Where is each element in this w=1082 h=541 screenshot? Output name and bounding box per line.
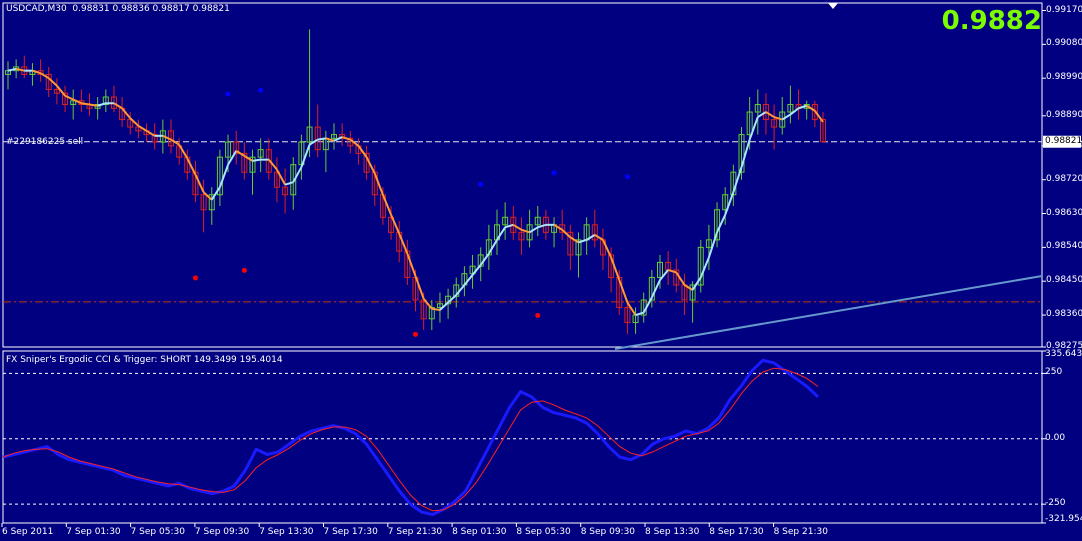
price-tick-label: 0.98720 — [1046, 173, 1082, 184]
price-tick-label: 0.98360 — [1046, 309, 1082, 320]
time-label: 7 Sep 05:30 — [130, 527, 185, 537]
time-label: 8 Sep 21:30 — [773, 527, 828, 537]
fractal-down-marker — [241, 267, 247, 273]
price-tick-label: 0.98540 — [1046, 241, 1082, 252]
ma-segment — [89, 103, 98, 107]
fractal-up-marker — [551, 170, 557, 176]
indicator-tick-label: 335.643 — [1045, 349, 1082, 359]
big-price-display: 0.9882 — [941, 6, 1042, 36]
symbol-info: USDCAD,M30 0.98831 0.98836 0.98817 0.988… — [6, 4, 230, 14]
fractal-down-marker — [192, 275, 198, 281]
time-label: 8 Sep 17:30 — [709, 527, 764, 537]
price-tick-label: 0.98630 — [1046, 207, 1082, 218]
fractal-down-marker — [535, 313, 541, 319]
order-label[interactable]: #229186225 sell — [6, 137, 83, 147]
current-price-label: 0.98821 — [1045, 135, 1082, 146]
indicator-tick-label: 0.00 — [1045, 432, 1066, 443]
chart-canvas — [0, 0, 1082, 541]
price-tick-label: 0.98890 — [1046, 109, 1082, 120]
price-tick-label: 0.98990 — [1046, 72, 1082, 83]
time-label: 7 Sep 01:30 — [66, 527, 121, 537]
price-tick-label: 0.98450 — [1046, 275, 1082, 286]
price-tick-label: 0.99080 — [1046, 38, 1082, 49]
time-label: 8 Sep 01:30 — [452, 527, 507, 537]
time-label: 7 Sep 17:30 — [323, 527, 378, 537]
ma-segment — [81, 102, 90, 106]
fractal-up-marker — [624, 174, 630, 180]
indicator-tick-label: 250 — [1045, 367, 1063, 378]
fractal-up-marker — [225, 91, 231, 97]
price-tick-label: 0.99170 — [1046, 4, 1082, 15]
time-label: 8 Sep 05:30 — [516, 527, 571, 537]
time-label: 7 Sep 09:30 — [194, 527, 250, 537]
ma-segment — [317, 137, 327, 141]
indicator-tick-label: -250 — [1045, 498, 1066, 509]
indicator-title: FX Sniper's Ergodic CCI & Trigger: SHORT… — [6, 355, 283, 365]
time-label: 7 Sep 13:30 — [259, 527, 314, 537]
time-label: 7 Sep 21:30 — [387, 527, 443, 537]
time-label: 8 Sep 09:30 — [580, 527, 636, 537]
indicator-tick-label: -321.954 — [1045, 514, 1082, 524]
fractal-up-marker — [478, 181, 484, 187]
time-label: 8 Sep 13:30 — [645, 527, 700, 537]
ma-segment — [431, 307, 441, 312]
ma-segment — [252, 158, 261, 162]
chart-background — [0, 0, 1082, 541]
time-label: 6 Sep 2011 — [2, 527, 54, 537]
fractal-down-marker — [413, 331, 418, 337]
fractal-up-marker — [258, 87, 264, 93]
